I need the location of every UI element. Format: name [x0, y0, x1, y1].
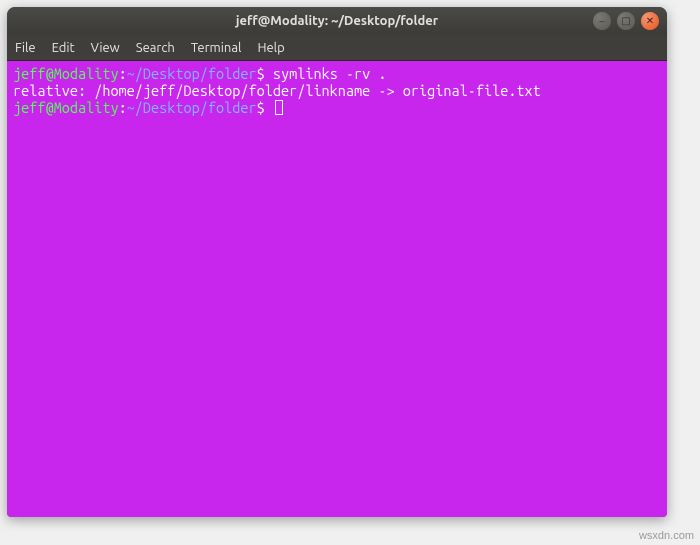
command-text	[265, 99, 273, 116]
terminal-viewport[interactable]: jeff@Modality:~/Desktop/folder$ symlinks…	[7, 61, 667, 517]
close-icon: ✕	[646, 15, 654, 27]
menu-terminal[interactable]: Terminal	[191, 41, 242, 55]
window-controls: – □ ✕	[593, 12, 659, 30]
watermark: wsxdn.com	[639, 530, 694, 542]
menu-search[interactable]: Search	[136, 41, 175, 55]
close-button[interactable]: ✕	[641, 12, 659, 30]
prompt-user: jeff@Modality	[13, 65, 119, 82]
prompt-colon: :	[119, 99, 127, 116]
output-line: relative: /home/jeff/Desktop/folder/link…	[13, 82, 541, 99]
titlebar[interactable]: jeff@Modality: ~/Desktop/folder – □ ✕	[7, 7, 667, 35]
menu-edit[interactable]: Edit	[52, 41, 75, 55]
window-title: jeff@Modality: ~/Desktop/folder	[15, 14, 659, 28]
maximize-icon: □	[621, 15, 630, 27]
minimize-button[interactable]: –	[593, 12, 611, 30]
terminal-window: jeff@Modality: ~/Desktop/folder – □ ✕ Fi…	[7, 7, 667, 517]
minimize-icon: –	[600, 16, 605, 27]
prompt-path: ~/Desktop/folder	[127, 65, 257, 82]
prompt-user: jeff@Modality	[13, 99, 119, 116]
prompt-dollar: $	[257, 65, 265, 82]
menu-view[interactable]: View	[91, 41, 120, 55]
menubar: File Edit View Search Terminal Help	[7, 35, 667, 61]
menu-file[interactable]: File	[15, 41, 36, 55]
prompt-dollar: $	[257, 99, 265, 116]
prompt-path: ~/Desktop/folder	[127, 99, 257, 116]
command-text: symlinks -rv .	[265, 65, 387, 82]
menu-help[interactable]: Help	[257, 41, 284, 55]
cursor-icon	[275, 100, 283, 115]
maximize-button[interactable]: □	[617, 12, 635, 30]
prompt-colon: :	[119, 65, 127, 82]
